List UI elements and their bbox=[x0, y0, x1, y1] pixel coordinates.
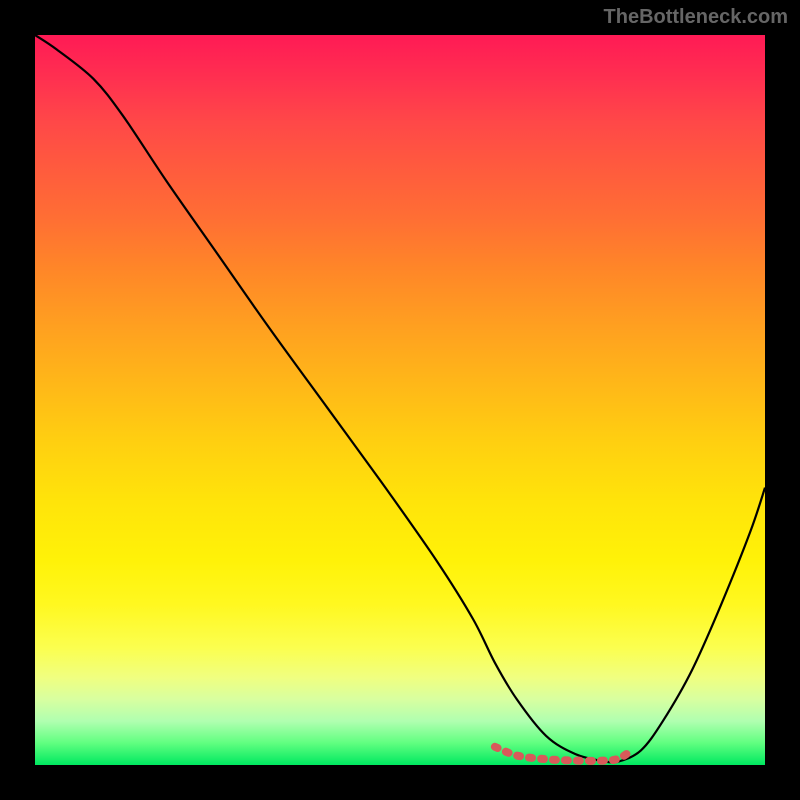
watermark-text: TheBottleneck.com bbox=[604, 6, 788, 29]
chart-curves bbox=[35, 35, 765, 765]
main-curve bbox=[35, 35, 765, 763]
